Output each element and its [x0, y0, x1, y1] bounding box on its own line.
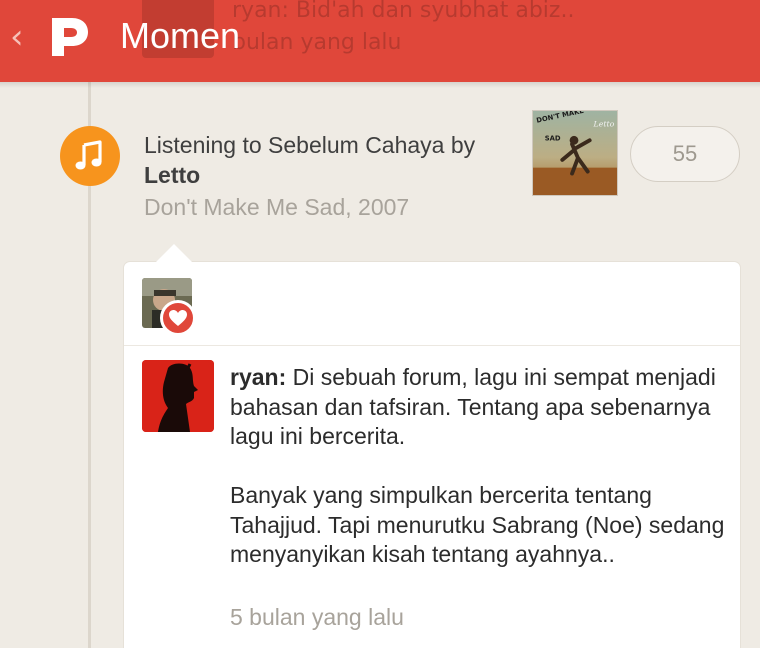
comment-paragraph-2: Banyak yang simpulkan bercerita tentang … [230, 482, 725, 567]
page-title: Momen [120, 15, 241, 56]
card-pointer [156, 244, 192, 262]
header-shadow [0, 82, 760, 88]
artist-name[interactable]: Letto [144, 160, 524, 190]
app-header: ryan: Bid'ah dan syubhat abiz.. bulan ya… [0, 0, 760, 82]
like-count-button[interactable]: 55 [630, 126, 740, 182]
album-art-brand: Letto [593, 120, 615, 129]
path-logo-icon[interactable] [42, 10, 94, 62]
comment-author[interactable]: ryan: [230, 364, 286, 390]
album-info: Don't Make Me Sad, 2007 [144, 194, 410, 220]
comment-paragraph-1: Di sebuah forum, lagu ini sempat menjadi… [230, 364, 716, 449]
listening-prefix: Listening to Sebelum Cahaya by [144, 132, 476, 158]
comment-text: ryan: Di sebuah forum, lagu ini sempat m… [230, 363, 730, 570]
card-divider [124, 345, 740, 346]
preview-time: bulan yang lalu [232, 30, 402, 55]
moment-description: Listening to Sebelum Cahaya by Letto [144, 130, 524, 190]
comment-paragraph: ryan: Di sebuah forum, lagu ini sempat m… [230, 363, 730, 452]
album-art-subtitle: SAD [545, 134, 561, 142]
comment-timestamp: 5 bulan yang lalu [230, 604, 404, 630]
chevron-left-icon[interactable]: ‹ [10, 18, 32, 56]
commenter-avatar[interactable] [142, 360, 214, 432]
heart-icon [160, 300, 196, 336]
album-art[interactable]: DON'T MAKE SAD Letto [532, 110, 618, 196]
preview-comment: ryan: Bid'ah dan syubhat abiz.. [232, 0, 575, 23]
music-note-icon [60, 126, 120, 186]
